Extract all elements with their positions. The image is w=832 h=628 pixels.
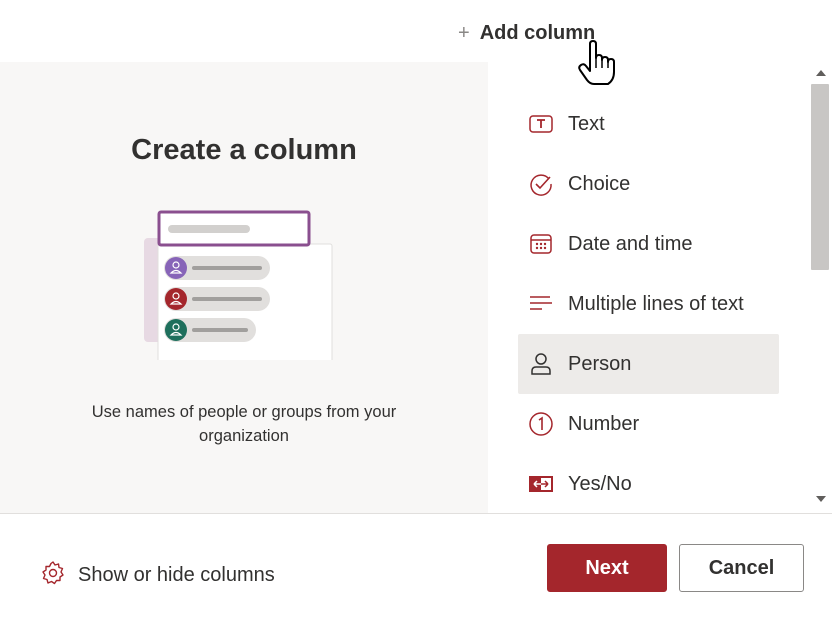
choice-check-icon [528, 171, 554, 197]
column-type-text[interactable]: Text [518, 94, 779, 154]
column-list-scrollbar[interactable] [808, 62, 832, 514]
column-preview-panel: Create a column Use names of people or g… [0, 62, 488, 514]
preview-title: Create a column [131, 134, 357, 166]
create-column-dialog: + Add column Create a column Use names o… [0, 0, 832, 628]
calendar-icon [528, 231, 554, 257]
add-column-button[interactable]: + Add column [458, 18, 595, 48]
column-type-yes-no[interactable]: Yes/No [518, 454, 779, 514]
footer-divider [0, 513, 832, 514]
column-type-label: Text [568, 112, 605, 135]
column-type-date-time[interactable]: Date and time [518, 214, 779, 274]
show-hide-columns-link[interactable]: Show or hide columns [40, 560, 275, 590]
column-type-label: Number [568, 412, 640, 435]
yes-no-icon [528, 471, 554, 497]
column-type-label: Multiple lines of text [568, 292, 744, 315]
text-icon [528, 111, 554, 137]
number-icon [528, 411, 554, 437]
cancel-button[interactable]: Cancel [679, 544, 804, 592]
column-type-choice[interactable]: Choice [518, 154, 779, 214]
scroll-up-arrow-icon[interactable] [816, 70, 826, 76]
column-type-list: Text Choice Date and time Multiple lines… [488, 62, 808, 514]
show-hide-columns-label: Show or hide columns [78, 563, 275, 586]
column-type-label: Yes/No [568, 472, 632, 495]
preview-description: Use names of people or groups from your … [91, 403, 397, 445]
column-type-person[interactable]: Person [518, 334, 779, 394]
multiline-text-icon [528, 291, 554, 317]
column-type-label: Date and time [568, 232, 693, 255]
column-type-multiline[interactable]: Multiple lines of text [518, 274, 779, 334]
gear-icon [40, 560, 66, 591]
column-type-label: Person [568, 352, 632, 375]
scroll-down-arrow-icon[interactable] [816, 496, 826, 502]
column-type-number[interactable]: Number [518, 394, 779, 454]
person-column-illustration [144, 210, 333, 360]
person-icon [528, 351, 554, 377]
plus-icon: + [458, 22, 470, 44]
next-button[interactable]: Next [547, 544, 667, 592]
hand-pointer-cursor-icon [578, 40, 615, 85]
column-type-label: Choice [568, 172, 631, 195]
scrollbar-thumb[interactable] [811, 84, 829, 270]
